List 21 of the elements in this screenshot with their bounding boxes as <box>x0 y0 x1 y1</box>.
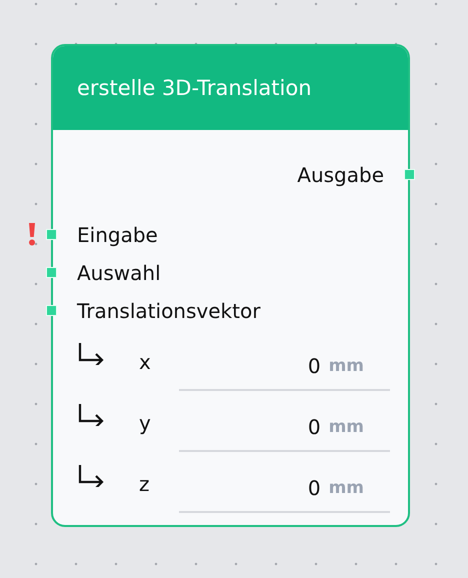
node-title: erstelle 3D-Translation <box>53 46 408 130</box>
axis-label: x <box>139 350 152 374</box>
number-field[interactable]: 0 mm <box>179 404 390 452</box>
port-label: Ausgabe <box>297 163 384 187</box>
axis-label: y <box>139 410 152 434</box>
unit-label: mm <box>328 356 364 376</box>
port-label: Eingabe <box>77 223 158 247</box>
value-text: 0 <box>308 354 321 378</box>
unit-label: mm <box>328 478 364 498</box>
number-field[interactable]: 0 mm <box>179 464 390 512</box>
input-port[interactable] <box>46 267 57 278</box>
number-field[interactable]: 0 mm <box>179 342 390 390</box>
value-text: 0 <box>308 414 321 438</box>
input-port[interactable] <box>46 229 57 240</box>
unit-label: mm <box>328 416 364 436</box>
value-text: 0 <box>308 476 321 500</box>
axis-label: z <box>139 472 150 496</box>
port-label: Translationsvektor <box>77 299 260 323</box>
output-port[interactable] <box>404 169 415 180</box>
port-label: Auswahl <box>77 261 161 285</box>
input-port[interactable] <box>46 305 57 316</box>
